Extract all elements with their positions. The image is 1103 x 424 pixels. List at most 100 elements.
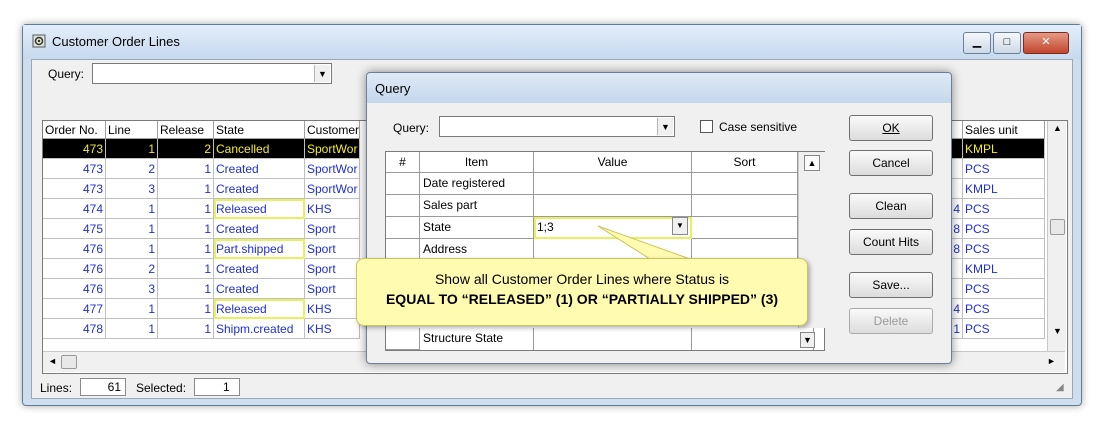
grid-cell-line[interactable]: 3 [106, 179, 158, 199]
query-combobox[interactable]: ▼ [92, 63, 332, 84]
grid-cell-state[interactable]: Created [214, 259, 305, 279]
grid-cell-order[interactable]: 473 [43, 179, 106, 199]
cancel-button[interactable]: Cancel [849, 150, 933, 176]
sort-dropdown-icon[interactable]: ▼ [800, 332, 815, 348]
query-row-last-item[interactable]: Structure State [420, 328, 534, 350]
grid-cell-unit[interactable]: PCS [963, 159, 1045, 179]
grid-cell-line[interactable]: 1 [106, 139, 158, 159]
col-header[interactable]: State [214, 121, 305, 139]
query-row-last-sort[interactable] [692, 328, 814, 350]
vertical-scrollbar[interactable]: ▲ ▼ [1047, 121, 1066, 351]
grid-cell-release[interactable]: 2 [158, 139, 214, 159]
case-sensitive-checkbox[interactable] [700, 120, 713, 133]
maximize-button[interactable]: □ [993, 32, 1021, 54]
dialog-title-bar[interactable]: Query [367, 73, 951, 103]
col-header[interactable]: Line [106, 121, 158, 139]
query-row-value[interactable] [534, 195, 692, 217]
minimize-button[interactable]: ▁ [963, 32, 991, 54]
grid-cell-order[interactable]: 475 [43, 219, 106, 239]
hscroll-thumb[interactable] [61, 355, 77, 369]
grid-cell-unit[interactable]: PCS [963, 239, 1045, 259]
grid-cell-release[interactable]: 1 [158, 239, 214, 259]
scroll-down-icon[interactable]: ▼ [1053, 326, 1062, 336]
scroll-right-icon[interactable]: ► [1047, 356, 1056, 366]
grid-cell-unit[interactable]: KMPL [963, 139, 1045, 159]
grid-cell-state[interactable]: Created [214, 159, 305, 179]
grid-cell-order[interactable]: 477 [43, 299, 106, 319]
grid-cell-release[interactable]: 1 [158, 319, 214, 339]
col-header[interactable]: Order No. [43, 121, 106, 139]
query-row-sort[interactable] [692, 195, 798, 217]
grid-cell-order[interactable]: 476 [43, 279, 106, 299]
grid-cell-release[interactable]: 1 [158, 279, 214, 299]
query-row-sort[interactable] [692, 217, 798, 239]
query-row-last-value[interactable] [534, 328, 692, 350]
chevron-down-icon[interactable]: ▼ [657, 118, 673, 135]
query-row-item[interactable]: Sales part [420, 195, 534, 217]
grid-cell-order[interactable]: 473 [43, 159, 106, 179]
grid-cell-state[interactable]: Created [214, 179, 305, 199]
grid-cell-state[interactable]: Cancelled [214, 139, 305, 159]
chevron-down-icon[interactable]: ▼ [314, 65, 330, 82]
col-header[interactable]: Release [158, 121, 214, 139]
grid-cell-order[interactable]: 478 [43, 319, 106, 339]
grid-cell-unit[interactable]: KMPL [963, 259, 1045, 279]
grid-cell-customer[interactable]: Sport [305, 239, 360, 259]
grid-cell-release[interactable]: 1 [158, 179, 214, 199]
grid-cell-customer[interactable]: Sport [305, 279, 360, 299]
grid-cell-unit[interactable]: PCS [963, 219, 1045, 239]
grid-cell-line[interactable]: 2 [106, 159, 158, 179]
close-button[interactable]: ✕ [1023, 32, 1069, 54]
grid-cell-line[interactable]: 1 [106, 319, 158, 339]
count-hits-button[interactable]: Count Hits [849, 229, 933, 255]
query-row-item[interactable]: State [420, 217, 534, 239]
dialog-query-combobox[interactable]: ▼ [439, 116, 675, 137]
col-header[interactable]: Customer [305, 121, 360, 139]
ok-button[interactable]: OK [849, 115, 933, 141]
scroll-up-icon[interactable]: ▲ [1053, 123, 1062, 133]
scrollbar-thumb[interactable] [1050, 219, 1065, 235]
grid-cell-order[interactable]: 476 [43, 239, 106, 259]
grid-cell-customer[interactable]: SportWor [305, 179, 360, 199]
delete-button[interactable]: Delete [849, 308, 933, 334]
grid-cell-customer[interactable]: Sport [305, 219, 360, 239]
grid-cell-release[interactable]: 1 [158, 259, 214, 279]
grid-cell-unit[interactable]: PCS [963, 299, 1045, 319]
grid-cell-customer[interactable]: SportWor [305, 159, 360, 179]
grid-cell-state[interactable]: Released [214, 299, 305, 319]
col-header[interactable]: Sales unit [963, 121, 1045, 139]
grid-cell-line[interactable]: 3 [106, 279, 158, 299]
grid-cell-line[interactable]: 1 [106, 219, 158, 239]
grid-cell-unit[interactable]: PCS [963, 319, 1045, 339]
grid-cell-state[interactable]: Shipm.created [214, 319, 305, 339]
grid-cell-state[interactable]: Released [214, 199, 305, 219]
grid-cell-customer[interactable]: KHS [305, 319, 360, 339]
save-button[interactable]: Save... [849, 272, 933, 298]
query-row-value[interactable] [534, 173, 692, 195]
grid-cell-customer[interactable]: SportWor [305, 139, 360, 159]
grid-cell-release[interactable]: 1 [158, 199, 214, 219]
grid-cell-line[interactable]: 1 [106, 299, 158, 319]
scroll-up-icon[interactable]: ▲ [804, 155, 820, 171]
grid-cell-line[interactable]: 2 [106, 259, 158, 279]
grid-cell-order[interactable]: 476 [43, 259, 106, 279]
scroll-left-icon[interactable]: ◄ [48, 356, 57, 366]
grid-cell-state[interactable]: Part.shipped [214, 239, 305, 259]
grid-cell-order[interactable]: 473 [43, 139, 106, 159]
grid-cell-order[interactable]: 474 [43, 199, 106, 219]
resize-grip-icon[interactable]: ◢ [1056, 382, 1064, 393]
grid-cell-line[interactable]: 1 [106, 239, 158, 259]
grid-cell-unit[interactable]: PCS [963, 279, 1045, 299]
title-bar[interactable]: Customer Order Lines ▁ □ ✕ [23, 25, 1081, 59]
grid-cell-line[interactable]: 1 [106, 199, 158, 219]
query-row-sort[interactable] [692, 173, 798, 195]
grid-cell-release[interactable]: 1 [158, 159, 214, 179]
grid-cell-customer[interactable]: KHS [305, 299, 360, 319]
query-row-item[interactable]: Date registered [420, 173, 534, 195]
grid-cell-release[interactable]: 1 [158, 219, 214, 239]
grid-cell-state[interactable]: Created [214, 219, 305, 239]
grid-cell-unit[interactable]: KMPL [963, 179, 1045, 199]
grid-cell-customer[interactable]: Sport [305, 259, 360, 279]
grid-cell-customer[interactable]: KHS [305, 199, 360, 219]
grid-cell-release[interactable]: 1 [158, 299, 214, 319]
